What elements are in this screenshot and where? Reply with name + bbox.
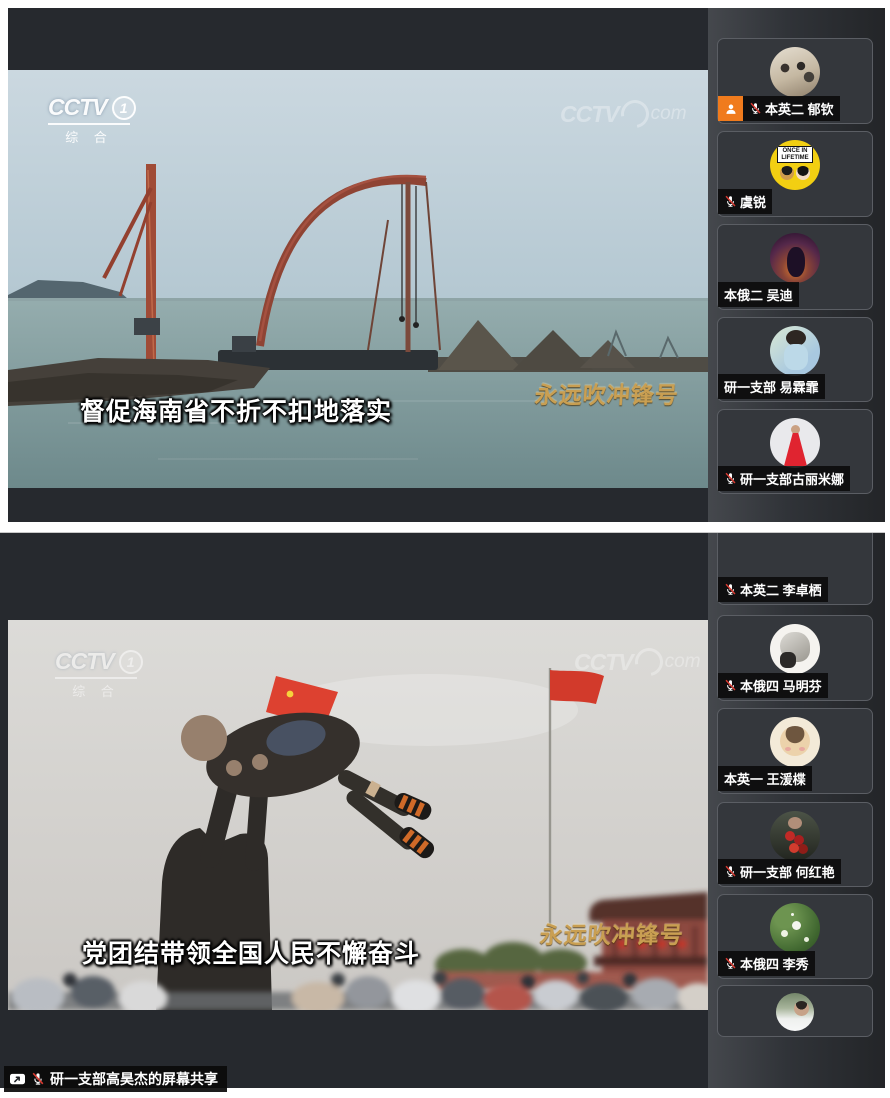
participant-tile[interactable]: 本英一 王湲楪	[717, 708, 873, 794]
shared-screen-video-bottom: CCTV 1 综 合 CCTV com 党团结带领全国人民不懈奋斗 永远吹冲锋号	[8, 620, 708, 1010]
participant-name: 本英一 王湲楪	[724, 769, 806, 788]
muted-mic-icon	[724, 957, 737, 970]
avatar	[770, 624, 820, 674]
participant-tile[interactable]: 本英二 郁钦	[717, 38, 873, 124]
muted-mic-icon	[724, 679, 737, 692]
cctv-com-watermark: CCTV com	[560, 100, 687, 128]
broadcast-subtitle: 党团结带领全国人民不懈奋斗	[82, 934, 420, 970]
participant-name: 研一支部古丽米娜	[740, 469, 844, 488]
participant-tile[interactable]: 本英二 李卓栖	[717, 533, 873, 605]
participant-name: 本俄二 吴迪	[724, 285, 793, 304]
cctv-com-watermark: CCTV com	[574, 648, 701, 676]
program-title-watermark: 永远吹冲锋号	[534, 376, 680, 410]
screen-share-banner: 研一支部高昊杰的屏幕共享	[4, 1066, 227, 1092]
screen-share-icon	[9, 1072, 26, 1087]
avatar: ONCE IN LIFETIME	[770, 140, 820, 190]
watermark-swirl-icon	[615, 95, 654, 134]
broadcast-subtitle: 督促海南省不折不扣地落实	[80, 392, 392, 428]
shared-screen-video-top: CCTV 1 综 合 CCTV com 督促海南省不折不扣地落实 永远吹冲锋号	[8, 70, 708, 488]
participant-name: 本英二 郁钦	[765, 99, 834, 118]
participant-tile[interactable]: 本俄四 马明芬	[717, 615, 873, 701]
muted-mic-icon	[724, 195, 737, 208]
avatar	[770, 233, 820, 283]
program-title-watermark: 永远吹冲锋号	[539, 916, 685, 950]
avatar	[770, 717, 820, 767]
screen-share-label: 研一支部高昊杰的屏幕共享	[50, 1069, 218, 1089]
muted-mic-icon	[749, 102, 762, 115]
participant-tile[interactable]: 本俄二 吴迪	[717, 224, 873, 310]
channel-number-badge: 1	[119, 650, 143, 674]
participant-tile[interactable]: ONCE IN LIFETIME 虞锐	[717, 131, 873, 217]
participant-sidebar-top[interactable]: 本英二 郁钦 ONCE IN LIFETIME 虞锐	[708, 8, 885, 522]
participant-name: 本俄四 马明芬	[740, 676, 822, 695]
participant-tile[interactable]: 研一支部 易霖霏	[717, 317, 873, 402]
stacked-meeting-screenshots: CCTV 1 综 合 CCTV com 督促海南省不折不扣地落实 永远吹冲锋号	[0, 0, 890, 1098]
participant-sidebar-bottom[interactable]: 本英二 李卓栖 本俄四 马明芬 本英一 王湲楪	[708, 533, 885, 1088]
participant-tile[interactable]: 研一支部 何红艳	[717, 802, 873, 887]
muted-mic-icon	[724, 472, 737, 485]
avatar	[770, 811, 820, 861]
participant-name: 虞锐	[740, 192, 766, 211]
avatar	[776, 993, 814, 1031]
participant-tile[interactable]: 本俄四 李秀	[717, 894, 873, 979]
channel-caption: 综 合	[48, 123, 130, 146]
channel-caption: 综 合	[55, 677, 137, 700]
participant-tile[interactable]: 研一支部古丽米娜	[717, 409, 873, 494]
meeting-window-bottom: CCTV 1 综 合 CCTV com 党团结带领全国人民不懈奋斗 永远吹冲锋号…	[0, 533, 885, 1088]
participant-name: 本俄四 李秀	[740, 954, 809, 973]
avatar	[770, 903, 820, 953]
participant-name: 本英二 李卓栖	[740, 580, 822, 599]
cctv1-channel-logo: CCTV 1 综 合	[48, 94, 136, 146]
presenter-icon	[718, 96, 743, 121]
meeting-window-top: CCTV 1 综 合 CCTV com 督促海南省不折不扣地落实 永远吹冲锋号	[8, 8, 885, 522]
watermark-swirl-icon	[629, 643, 668, 682]
cctv1-channel-logo: CCTV 1 综 合	[55, 648, 143, 700]
cctv-wordmark: CCTV	[48, 94, 107, 121]
muted-mic-icon	[724, 865, 737, 878]
muted-mic-icon	[724, 583, 737, 596]
channel-number-badge: 1	[112, 96, 136, 120]
cctv-wordmark: CCTV	[55, 648, 114, 675]
avatar	[770, 418, 820, 468]
participant-name: 研一支部 何红艳	[740, 862, 835, 881]
muted-mic-icon	[31, 1072, 45, 1086]
avatar	[770, 326, 820, 376]
participant-name: 研一支部 易霖霏	[724, 377, 819, 396]
avatar	[770, 47, 820, 97]
avatar-badge-text: ONCE IN LIFETIME	[777, 146, 813, 163]
participant-tile[interactable]	[717, 985, 873, 1037]
